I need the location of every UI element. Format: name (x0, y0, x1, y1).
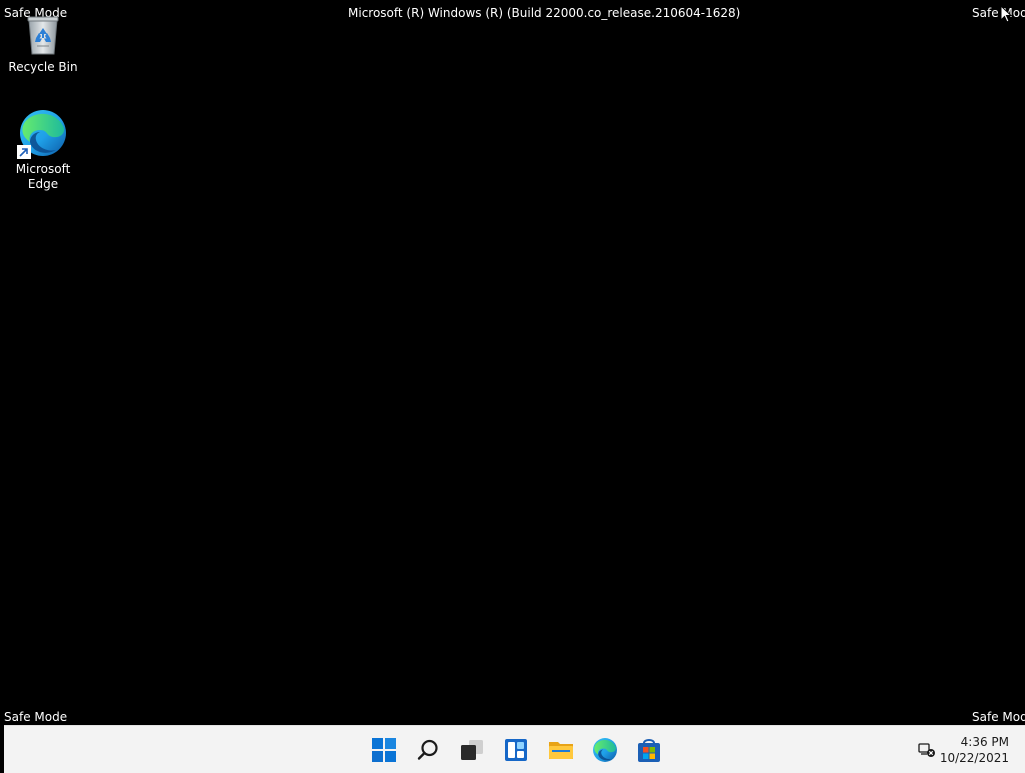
taskbar: 4:36 PM 10/22/2021 (4, 725, 1025, 773)
desktop-icon-recycle-bin[interactable]: Recycle Bin (5, 14, 81, 75)
shortcut-arrow-icon (17, 145, 31, 159)
windows-start-icon (372, 738, 396, 762)
search-button[interactable] (413, 735, 443, 765)
network-disconnected-icon[interactable] (918, 741, 936, 759)
edge-icon (593, 738, 617, 762)
clock-time: 4:36 PM (960, 735, 1009, 749)
file-explorer-button[interactable] (546, 735, 576, 765)
search-icon (417, 739, 438, 760)
build-watermark: Microsoft (R) Windows (R) (Build 22000.c… (348, 6, 741, 20)
safe-mode-watermark-bottom-left: Safe Mode (4, 710, 68, 724)
task-view-button[interactable] (457, 735, 487, 765)
mouse-cursor-icon (1000, 5, 1012, 23)
widgets-button[interactable] (501, 735, 531, 765)
store-icon (638, 739, 660, 762)
taskbar-clock[interactable]: 4:36 PM 10/22/2021 (940, 734, 1009, 766)
desktop-icon-label: Recycle Bin (8, 60, 78, 74)
task-view-icon (461, 740, 483, 760)
desktop-icon-label: Microsoft Edge (15, 162, 71, 191)
recycle-bin-icon (27, 16, 59, 55)
start-button[interactable] (369, 735, 399, 765)
widgets-icon (505, 739, 527, 761)
safe-mode-watermark-bottom-right: Safe Mode (972, 710, 1025, 724)
clock-date: 10/22/2021 (939, 751, 1009, 765)
desktop-icon-microsoft-edge[interactable]: Microsoft Edge (5, 108, 81, 192)
microsoft-store-button[interactable] (634, 735, 664, 765)
safe-mode-watermark-top-right: Safe Mode (972, 6, 1025, 20)
taskbar-edge-button[interactable] (590, 735, 620, 765)
folder-icon (549, 742, 573, 759)
desktop[interactable]: Safe Mode Microsoft (R) Windows (R) (Bui… (0, 0, 1025, 773)
